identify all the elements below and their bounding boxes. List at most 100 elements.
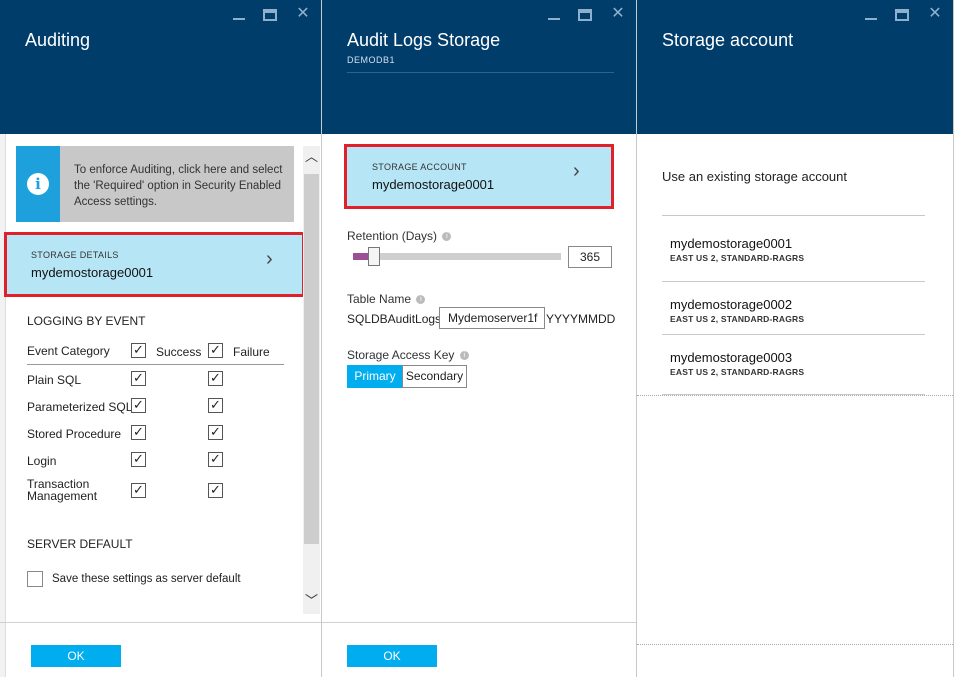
window-controls: ✕ bbox=[865, 6, 943, 22]
maximize-icon[interactable] bbox=[895, 9, 909, 21]
close-icon[interactable]: ✕ bbox=[295, 6, 311, 22]
audit-logs-header: ✕ Audit Logs Storage DEMODB1 bbox=[322, 0, 636, 134]
storage-account-caption: STORAGE ACCOUNT bbox=[372, 162, 467, 172]
failure-header: Failure bbox=[233, 345, 270, 359]
access-key-label: Storage Access Key i bbox=[347, 348, 469, 362]
storage-account-selector[interactable]: STORAGE ACCOUNT mydemostorage0001 › bbox=[344, 144, 614, 209]
blade-subtitle: DEMODB1 bbox=[347, 55, 396, 65]
footer-divider bbox=[322, 622, 636, 623]
minimize-icon[interactable] bbox=[548, 8, 560, 20]
logging-by-event-title: LOGGING BY EVENT bbox=[27, 314, 146, 328]
table-name-suffix: YYYYMMDD bbox=[546, 312, 616, 326]
success-header: Success bbox=[156, 345, 202, 359]
audit-logs-storage-blade: ✕ Audit Logs Storage DEMODB1 STORAGE ACC… bbox=[321, 0, 636, 677]
info-icon[interactable]: i bbox=[416, 295, 426, 305]
storage-account-blade: ✕ Storage account Use an existing storag… bbox=[636, 0, 954, 677]
checkmark-icon: ✓ bbox=[133, 397, 144, 412]
transaction-management-success-checkbox[interactable]: ✓ bbox=[131, 483, 146, 498]
list-divider bbox=[662, 215, 925, 216]
table-name-label: Table Name i bbox=[347, 292, 426, 306]
primary-key-toggle[interactable]: Primary bbox=[347, 365, 403, 388]
ok-button[interactable]: OK bbox=[31, 645, 121, 667]
transaction-management-failure-checkbox[interactable]: ✓ bbox=[208, 483, 223, 498]
info-icon[interactable]: i bbox=[459, 351, 469, 361]
event-label: Parameterized SQL bbox=[27, 400, 133, 414]
storage-account-value: mydemostorage0001 bbox=[372, 177, 495, 192]
minimize-icon[interactable] bbox=[865, 8, 877, 20]
close-icon[interactable]: ✕ bbox=[610, 6, 626, 22]
table-name-label-text: Table Name bbox=[347, 292, 412, 306]
event-label: Transaction Management bbox=[27, 477, 98, 503]
stored-procedure-success-checkbox[interactable]: ✓ bbox=[131, 425, 146, 440]
failure-all-checkbox[interactable]: ✓ bbox=[208, 343, 223, 358]
account-name: mydemostorage0003 bbox=[670, 350, 793, 365]
event-label: Login bbox=[27, 454, 57, 468]
secondary-key-toggle[interactable]: Secondary bbox=[402, 365, 467, 388]
checkmark-icon: ✓ bbox=[210, 482, 221, 497]
retention-slider[interactable] bbox=[353, 247, 561, 266]
success-all-checkbox[interactable]: ✓ bbox=[131, 343, 146, 358]
server-default-checkbox[interactable] bbox=[27, 571, 43, 587]
account-meta: EAST US 2, STANDARD-RAGRS bbox=[670, 314, 805, 324]
checkmark-icon: ✓ bbox=[210, 370, 221, 385]
footer-divider bbox=[0, 622, 321, 623]
access-key-label-text: Storage Access Key bbox=[347, 348, 455, 362]
event-category-header: Event Category bbox=[27, 344, 110, 358]
ok-button[interactable]: OK bbox=[347, 645, 437, 667]
vertical-scrollbar[interactable]: ︿ ﹀ bbox=[303, 146, 320, 614]
checkmark-icon: ✓ bbox=[210, 424, 221, 439]
parameterized-sql-failure-checkbox[interactable]: ✓ bbox=[208, 398, 223, 413]
parameterized-sql-success-checkbox[interactable]: ✓ bbox=[131, 398, 146, 413]
checkmark-icon: ✓ bbox=[210, 397, 221, 412]
storage-account-header: ✕ Storage account bbox=[637, 0, 953, 134]
empty-list-area bbox=[637, 395, 953, 645]
account-name: mydemostorage0002 bbox=[670, 297, 793, 312]
checkmark-icon: ✓ bbox=[133, 424, 144, 439]
storage-details-caption: STORAGE DETAILS bbox=[31, 250, 119, 260]
checkmark-icon: ✓ bbox=[133, 342, 144, 357]
event-label: Stored Procedure bbox=[27, 427, 122, 441]
enforce-auditing-notice[interactable]: i To enforce Auditing, click here and se… bbox=[16, 146, 294, 222]
login-failure-checkbox[interactable]: ✓ bbox=[208, 452, 223, 467]
maximize-icon[interactable] bbox=[578, 9, 592, 21]
blade-title: Auditing bbox=[25, 30, 91, 50]
scrollbar-thumb[interactable] bbox=[304, 174, 319, 544]
plain-sql-failure-checkbox[interactable]: ✓ bbox=[208, 371, 223, 386]
checkmark-icon: ✓ bbox=[210, 451, 221, 466]
account-name: mydemostorage0001 bbox=[670, 236, 793, 251]
list-divider bbox=[662, 281, 925, 282]
chevron-right-icon: › bbox=[573, 160, 580, 182]
existing-account-prompt: Use an existing storage account bbox=[662, 169, 847, 184]
header-divider bbox=[27, 364, 284, 365]
left-gutter bbox=[0, 134, 6, 677]
retention-label-text: Retention (Days) bbox=[347, 229, 438, 243]
table-name-prefix: SQLDBAuditLogs bbox=[347, 312, 442, 326]
checkmark-icon: ✓ bbox=[133, 370, 144, 385]
retention-label: Retention (Days) i bbox=[347, 229, 452, 243]
checkmark-icon: ✓ bbox=[210, 342, 221, 357]
retention-days-input[interactable]: 365 bbox=[568, 246, 612, 268]
list-divider bbox=[662, 334, 925, 335]
auditing-header: ✕ Auditing bbox=[0, 0, 321, 134]
minimize-icon[interactable] bbox=[233, 8, 245, 20]
stored-procedure-failure-checkbox[interactable]: ✓ bbox=[208, 425, 223, 440]
window-controls: ✕ bbox=[233, 6, 311, 22]
event-label: Plain SQL bbox=[27, 373, 82, 387]
account-meta: EAST US 2, STANDARD-RAGRS bbox=[670, 367, 805, 377]
close-icon[interactable]: ✕ bbox=[927, 6, 943, 22]
info-icon: i bbox=[27, 173, 49, 195]
chevron-up-icon[interactable]: ︿ bbox=[304, 148, 319, 166]
notice-text: To enforce Auditing, click here and sele… bbox=[74, 164, 283, 208]
storage-details-selector[interactable]: STORAGE DETAILS mydemostorage0001 › bbox=[4, 232, 305, 297]
server-default-label: Save these settings as server default bbox=[52, 573, 241, 585]
info-icon[interactable]: i bbox=[442, 232, 452, 242]
window-controls: ✕ bbox=[548, 6, 626, 22]
storage-details-value: mydemostorage0001 bbox=[31, 265, 154, 280]
plain-sql-success-checkbox[interactable]: ✓ bbox=[131, 371, 146, 386]
chevron-right-icon: › bbox=[266, 248, 273, 270]
retention-slider-thumb[interactable] bbox=[368, 247, 380, 266]
chevron-down-icon[interactable]: ﹀ bbox=[304, 592, 319, 610]
maximize-icon[interactable] bbox=[263, 9, 277, 21]
table-name-server-input[interactable]: Mydemoserver1f bbox=[439, 307, 545, 329]
login-success-checkbox[interactable]: ✓ bbox=[131, 452, 146, 467]
